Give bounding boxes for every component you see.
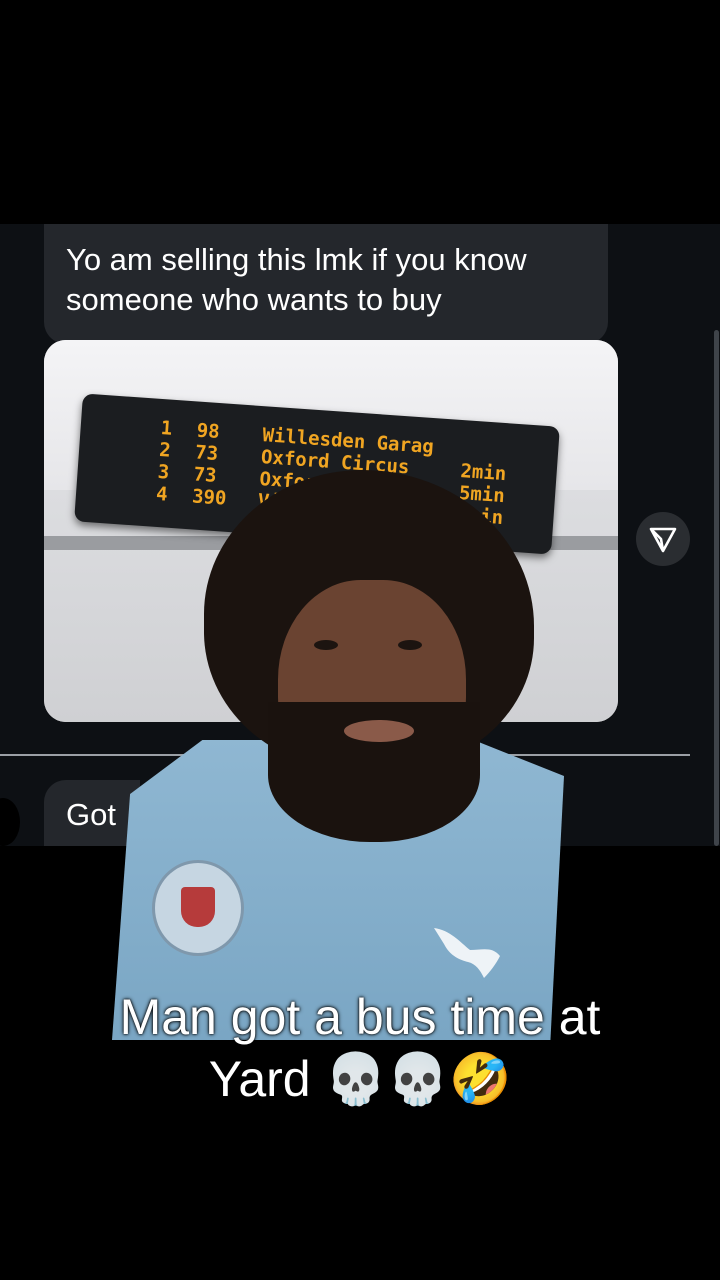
- caption-line-1: Man got a bus time at: [119, 989, 601, 1045]
- board-row-number: 1: [160, 417, 174, 440]
- board-row-route: 98: [195, 419, 221, 444]
- send-paper-plane-icon: [649, 527, 677, 553]
- video-person-overlay: [112, 470, 564, 1040]
- video-caption: Man got a bus time at Yard 💀💀🤣: [0, 986, 720, 1110]
- avatar: [0, 798, 20, 846]
- message-bubble[interactable]: Yo am selling this lmk if you know someo…: [44, 224, 608, 344]
- right-eye: [398, 640, 422, 650]
- scrollbar[interactable]: [714, 330, 719, 846]
- crest-shield: [181, 887, 215, 927]
- board-row-number: 2: [158, 438, 172, 462]
- caption-line-2: Yard 💀💀🤣: [208, 1051, 512, 1107]
- puma-logo-icon: [434, 928, 500, 978]
- share-button[interactable]: [636, 512, 690, 566]
- board-row-route: 73: [194, 441, 219, 466]
- left-eye: [314, 640, 338, 650]
- mouth: [344, 720, 414, 742]
- club-crest-icon: [152, 860, 244, 956]
